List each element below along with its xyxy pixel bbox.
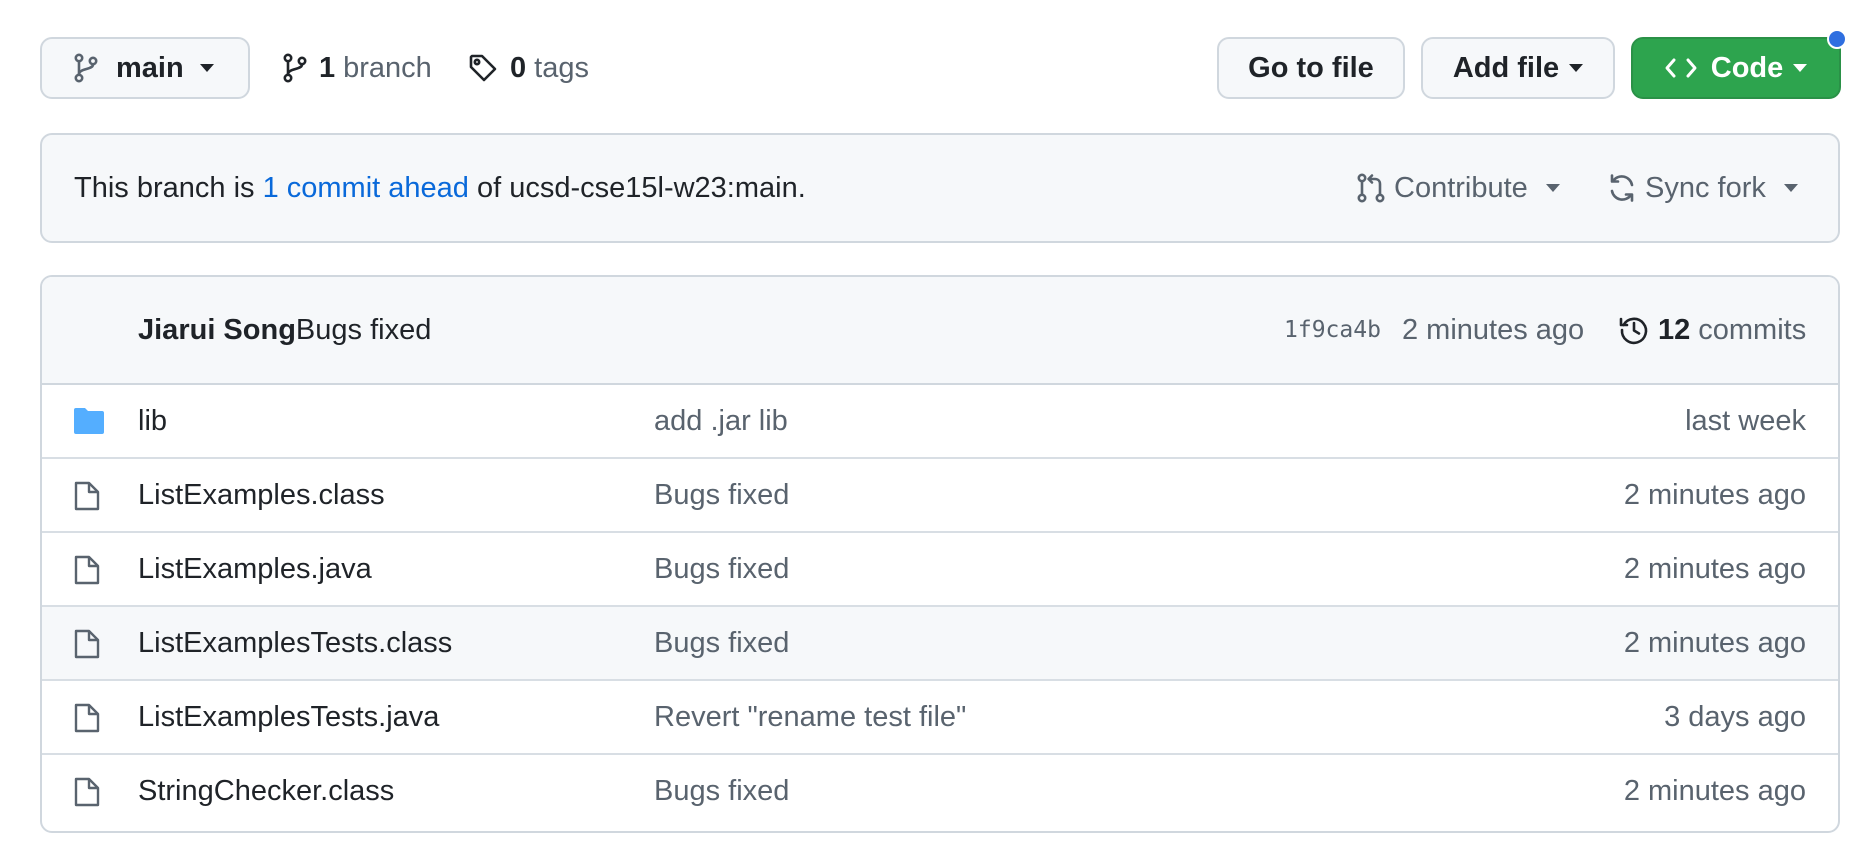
file-commit-message[interactable]: Bugs fixed <box>654 607 789 679</box>
commit-time: 2 minutes ago <box>1402 313 1585 346</box>
git-branch-icon <box>283 53 307 83</box>
pull-request-icon <box>1356 173 1386 203</box>
file-name[interactable]: ListExamplesTests.class <box>138 607 452 679</box>
folder-icon <box>72 406 106 436</box>
file-name[interactable]: ListExamplesTests.java <box>138 681 439 753</box>
tag-count: 0 <box>510 51 527 84</box>
file-age: last week <box>1685 404 1806 437</box>
go-to-file-button[interactable]: Go to file <box>1217 37 1405 99</box>
notification-dot <box>1827 29 1847 49</box>
code-icon <box>1665 57 1697 79</box>
file-icon <box>72 702 102 734</box>
commit-message[interactable]: Bugs fixed <box>296 314 431 347</box>
contribute-button[interactable]: Contribute <box>1356 135 1560 241</box>
file-age: 3 days ago <box>1664 700 1806 733</box>
file-icon <box>72 480 102 512</box>
caret-down-icon <box>1783 184 1798 192</box>
file-row[interactable]: ListExamplesTests.class Bugs fixed 2 min… <box>42 607 1838 681</box>
go-to-file-label: Go to file <box>1248 51 1374 84</box>
file-age: 2 minutes ago <box>1623 478 1806 511</box>
add-file-button[interactable]: Add file <box>1421 37 1615 99</box>
commit-sha[interactable]: 1f9ca4b <box>1284 277 1381 383</box>
code-label: Code <box>1710 51 1784 84</box>
file-commit-message[interactable]: Bugs fixed <box>654 533 789 605</box>
latest-commit-header: Jiarui Song Bugs fixed 1f9ca4b 2 minutes… <box>42 277 1838 385</box>
code-button[interactable]: Code <box>1631 37 1841 99</box>
file-icon <box>72 628 102 660</box>
sync-fork-label: Sync fork <box>1645 171 1766 204</box>
ahead-prefix: This branch is <box>74 171 263 204</box>
ahead-message: This branch is 1 commit ahead of ucsd-cs… <box>74 135 806 241</box>
file-listing: Jiarui Song Bugs fixed 1f9ca4b 2 minutes… <box>40 275 1840 833</box>
file-icon <box>72 776 102 808</box>
caret-down-icon <box>199 64 214 72</box>
file-row[interactable]: ListExamples.java Bugs fixed 2 minutes a… <box>42 533 1838 607</box>
latest-commit-summary: Jiarui Song Bugs fixed <box>138 277 431 383</box>
file-name[interactable]: ListExamples.class <box>138 459 385 531</box>
history-icon <box>1618 314 1650 346</box>
file-commit-message[interactable]: Revert "rename test file" <box>654 681 966 753</box>
branch-name: main <box>116 51 184 84</box>
file-row[interactable]: ListExamplesTests.java Revert "rename te… <box>42 681 1838 755</box>
caret-down-icon <box>1545 184 1560 192</box>
tag-label: tags <box>534 51 589 84</box>
file-name[interactable]: lib <box>138 385 167 457</box>
sync-fork-button[interactable]: Sync fork <box>1607 135 1798 241</box>
file-icon <box>72 554 102 586</box>
file-name[interactable]: ListExamples.java <box>138 533 372 605</box>
file-age: 2 minutes ago <box>1623 552 1806 585</box>
add-file-label: Add file <box>1452 51 1560 84</box>
file-age: 2 minutes ago <box>1623 774 1806 807</box>
commit-history-link[interactable]: 12 commits <box>1618 277 1806 383</box>
commit-label: commits <box>1698 313 1807 346</box>
sync-icon <box>1607 173 1637 203</box>
commits-ahead-link[interactable]: 1 commit ahead <box>263 172 469 205</box>
file-commit-message[interactable]: Bugs fixed <box>654 755 789 827</box>
branch-label: branch <box>343 51 432 84</box>
contribute-label: Contribute <box>1394 171 1528 204</box>
file-commit-message[interactable]: add .jar lib <box>654 385 788 457</box>
file-row[interactable]: ListExamples.class Bugs fixed 2 minutes … <box>42 459 1838 533</box>
branch-select-button[interactable]: main <box>40 37 250 99</box>
tags-link[interactable]: 0 tags <box>468 37 589 99</box>
repo-toolbar: main 1 branch 0 tags Go to file Add file… <box>40 29 1847 101</box>
git-branch-icon <box>74 53 98 83</box>
branch-count: 1 <box>319 51 336 84</box>
file-row[interactable]: lib add .jar lib last week <box>42 385 1838 459</box>
file-commit-message[interactable]: Bugs fixed <box>654 459 789 531</box>
tag-icon <box>468 53 498 83</box>
branch-ahead-banner: This branch is 1 commit ahead of ucsd-cs… <box>40 133 1840 243</box>
ahead-suffix: of ucsd-cse15l-w23:main. <box>468 171 806 204</box>
file-name[interactable]: StringChecker.class <box>138 755 394 827</box>
commit-author[interactable]: Jiarui Song <box>138 314 296 347</box>
branches-link[interactable]: 1 branch <box>283 37 432 99</box>
caret-down-icon <box>1793 64 1808 72</box>
caret-down-icon <box>1569 64 1584 72</box>
commit-count: 12 <box>1658 313 1691 346</box>
file-age: 2 minutes ago <box>1623 626 1806 659</box>
file-row[interactable]: StringChecker.class Bugs fixed 2 minutes… <box>42 755 1838 829</box>
